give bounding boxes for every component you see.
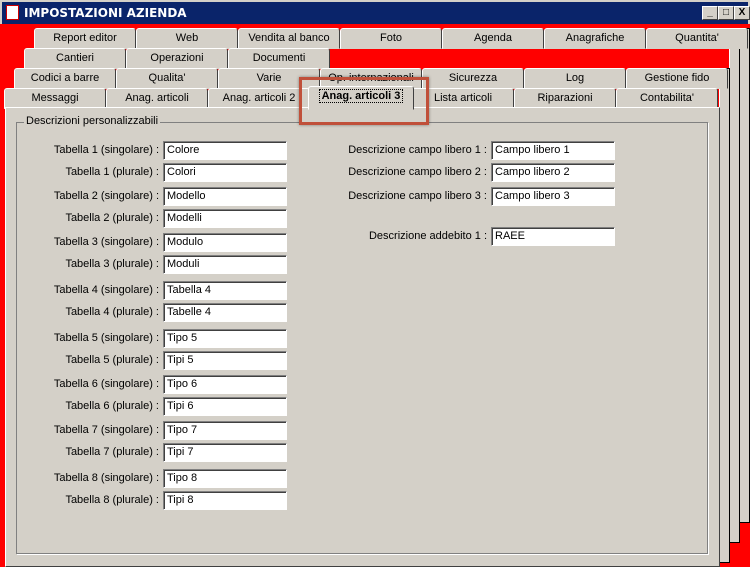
tab-label: Quantita' [675,32,719,44]
tab-label: Web [175,32,199,44]
window-title: IMPOSTAZIONI AZIENDA [24,6,187,20]
tab-label: Codici a barre [30,72,100,84]
text-input[interactable]: Tipo 5 [163,329,287,348]
text-input[interactable]: Tabella 4 [163,281,287,300]
field-label: Tabella 8 (plurale) : [65,494,159,506]
field-label: Tabella 7 (plurale) : [65,446,159,458]
tab-panel-anag-articoli-3: Descrizioni personalizzabili Tabella 1 (… [5,107,720,567]
tab-web[interactable]: Web [136,28,238,49]
field-label: Tabella 3 (plurale) : [65,258,159,270]
text-input[interactable]: Tipo 6 [163,375,287,394]
tab-label: Cantieri [56,52,94,64]
tab-stack-edge [739,28,750,523]
tab-foto[interactable]: Foto [340,28,442,49]
text-input[interactable]: Moduli [163,255,287,274]
tab-riparazioni[interactable]: Riparazioni [514,88,616,109]
tab-label: Riparazioni [537,92,593,104]
tab-vendita-al-banco[interactable]: Vendita al banco [238,28,340,49]
tab-label: Contabilita' [639,92,695,104]
tab-report-editor[interactable]: Report editor [34,28,136,49]
text-input[interactable]: Tipi 8 [163,491,287,510]
tab-anagrafiche[interactable]: Anagrafiche [544,28,646,49]
tab-label: Operazioni [150,52,204,64]
text-input[interactable]: Tipo 7 [163,421,287,440]
tab-qualita[interactable]: Qualita' [116,68,218,89]
tab-label: Log [565,72,585,84]
field-label: Tabella 4 (singolare) : [53,284,159,296]
field-label: Tabella 7 (singolare) : [53,424,159,436]
text-input[interactable]: Modello [163,187,287,206]
tab-cantieri[interactable]: Cantieri [24,48,126,69]
field-label: Tabella 3 (singolare) : [53,236,159,248]
text-input[interactable]: Campo libero 2 [491,163,615,182]
tab-stack-edge [729,48,740,543]
tab-label: Messaggi [31,92,79,104]
tab-label: Sicurezza [448,72,498,84]
tab-label: Anag. articoli [125,92,189,104]
text-input[interactable]: RAEE [491,227,615,246]
tab-label: Documenti [252,52,306,64]
field-label: Tabella 2 (singolare) : [53,190,159,202]
field-label: Tabella 1 (singolare) : [53,144,159,156]
tab-label: Varie [256,72,282,84]
close-button[interactable]: X [734,6,750,20]
tab-documenti[interactable]: Documenti [228,48,330,69]
field-label: Descrizione campo libero 3 : [348,190,487,202]
text-input[interactable]: Tabelle 4 [163,303,287,322]
text-input[interactable]: Modelli [163,209,287,228]
text-input[interactable]: Modulo [163,233,287,252]
tab-label: Gestione fido [644,72,710,84]
tab-label: Vendita al banco [248,32,330,44]
app-icon [6,5,19,20]
field-label: Tabella 5 (singolare) : [53,332,159,344]
tab-quantita[interactable]: Quantita' [646,28,748,49]
tab-anag-articoli-2[interactable]: Anag. articoli 2 [208,88,310,109]
text-input[interactable]: Campo libero 3 [491,187,615,206]
text-input[interactable]: Tipi 7 [163,443,287,462]
text-input[interactable]: Campo libero 1 [491,141,615,160]
text-input[interactable]: Tipo 8 [163,469,287,488]
tab-label: Anagrafiche [565,32,625,44]
tab-label: Qualita' [148,72,186,84]
tab-agenda[interactable]: Agenda [442,28,544,49]
tab-messaggi[interactable]: Messaggi [4,88,106,109]
tab-label: Report editor [53,32,117,44]
field-label: Tabella 6 (singolare) : [53,378,159,390]
text-input[interactable]: Tipi 6 [163,397,287,416]
tab-sicurezza[interactable]: Sicurezza [422,68,524,89]
text-input[interactable]: Tipi 5 [163,351,287,370]
tab-contabilita[interactable]: Contabilita' [616,88,718,109]
tab-log[interactable]: Log [524,68,626,89]
tab-gestione-fido[interactable]: Gestione fido [626,68,728,89]
field-label: Descrizione campo libero 2 : [348,166,487,178]
field-label: Descrizione addebito 1 : [368,230,487,242]
field-label: Tabella 1 (plurale) : [65,166,159,178]
field-label: Tabella 6 (plurale) : [65,400,159,412]
minimize-button[interactable]: _ [702,6,718,20]
tab-label: Agenda [474,32,512,44]
tab-label: Anag. articoli 2 [222,92,296,104]
text-input[interactable]: Colori [163,163,287,182]
tab-label: Lista articoli [433,92,493,104]
field-label: Descrizione campo libero 1 : [348,144,487,156]
tab-anag-articoli[interactable]: Anag. articoli [106,88,208,109]
highlight-annotation [299,77,429,125]
field-label: Tabella 2 (plurale) : [65,212,159,224]
title-bar: IMPOSTAZIONI AZIENDA _ □ X [0,0,750,24]
group-title: Descrizioni personalizzabili [24,115,161,127]
field-label: Tabella 4 (plurale) : [65,306,159,318]
text-input[interactable]: Colore [163,141,287,160]
tab-label: Foto [379,32,402,44]
tab-codici-a-barre[interactable]: Codici a barre [14,68,116,89]
field-label: Tabella 8 (singolare) : [53,472,159,484]
maximize-button[interactable]: □ [718,6,734,20]
tab-stack-edge [719,68,730,563]
field-label: Tabella 5 (plurale) : [65,354,159,366]
tab-operazioni[interactable]: Operazioni [126,48,228,69]
